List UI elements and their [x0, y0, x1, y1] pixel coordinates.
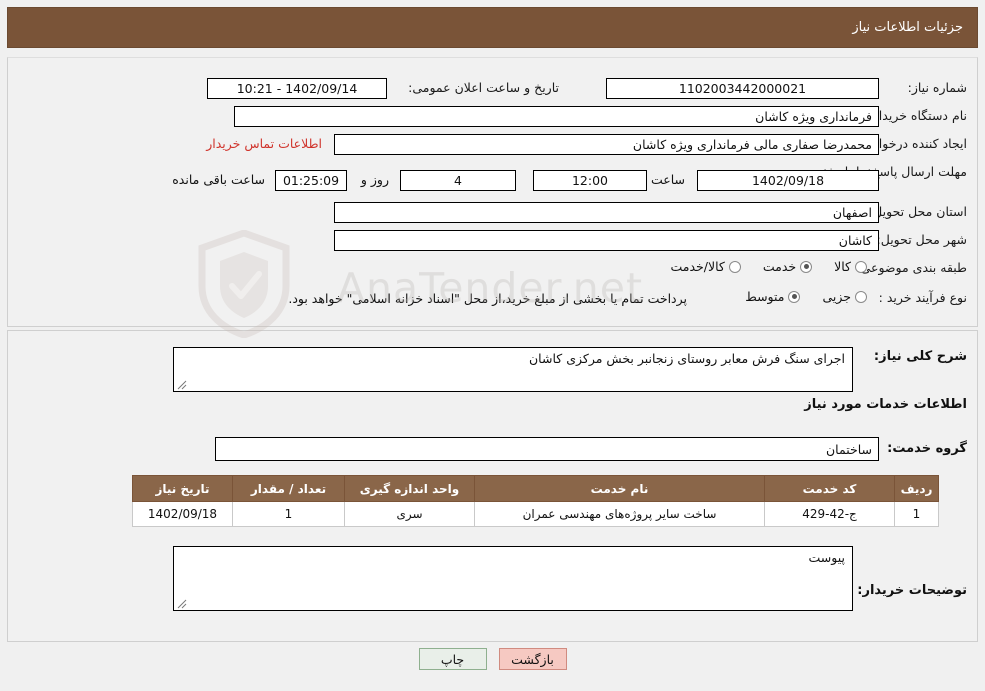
- summary-textarea[interactable]: اجرای سنگ فرش معابر روستای زنجانبر بخش م…: [173, 347, 853, 392]
- cell-code: ج-42-429: [764, 501, 895, 527]
- radio-category-kala-khedmat[interactable]: کالا/خدمت: [670, 259, 741, 274]
- province-label: استان محل تحویل:: [868, 204, 967, 219]
- buyer-notes-label-wrap: توضیحات خریدار:: [857, 583, 967, 598]
- city-value: کاشان: [334, 230, 879, 251]
- radio-circle-icon[interactable]: [728, 260, 741, 273]
- print-button[interactable]: چاپ: [418, 648, 487, 670]
- cell-unit: سری: [344, 501, 475, 527]
- back-button[interactable]: بازگشت: [498, 648, 567, 670]
- remaining-days-value: 4: [400, 170, 516, 191]
- page-title: جزئیات اطلاعات نیاز: [852, 20, 963, 35]
- service-group-label: گروه خدمت:: [887, 441, 967, 456]
- days-label-wrap: روز و: [361, 172, 389, 187]
- process-type-label: نوع فرآیند خرید :: [878, 290, 967, 305]
- hour-label: ساعت: [650, 172, 685, 187]
- radio-circle-selected-icon[interactable]: [800, 260, 813, 273]
- col-name: نام خدمت: [474, 475, 765, 502]
- radio-category-kala[interactable]: کالا: [834, 259, 867, 274]
- resize-grip-icon[interactable]: [177, 599, 187, 609]
- deadline-time-value: 12:00: [533, 170, 647, 191]
- hour-label-wrap: ساعت: [651, 172, 685, 187]
- cell-date: 1402/09/18: [132, 501, 233, 527]
- radio-category-kala-label: کالا: [834, 259, 851, 274]
- buyer-notes-value: پیوست: [808, 550, 845, 565]
- category-label-wrap: طبقه بندی موضوعی:: [856, 260, 967, 275]
- province-label-wrap: استان محل تحویل:: [869, 204, 967, 219]
- services-section-title-wrap: اطلاعات خدمات مورد نیاز: [804, 397, 967, 412]
- services-table-wrap: ردیف کد خدمت نام خدمت واحد اندازه گیری ت…: [132, 475, 939, 527]
- need-number-label: شماره نیاز:: [907, 80, 967, 95]
- service-group-label-wrap: گروه خدمت:: [887, 441, 967, 456]
- province-value: اصفهان: [334, 202, 879, 223]
- radio-category-kala-khedmat-label: کالا/خدمت: [670, 259, 725, 274]
- window-titlebar: جزئیات اطلاعات نیاز: [7, 7, 978, 48]
- footer-buttons: بازگشت چاپ: [0, 648, 985, 670]
- radio-process-motavaset-label: متوسط: [745, 289, 785, 304]
- cell-qty: 1: [232, 501, 345, 527]
- radio-circle-selected-icon[interactable]: [788, 290, 801, 303]
- radio-category-khedmat-label: خدمت: [762, 259, 797, 274]
- buyer-org-label: نام دستگاه خریدار:: [868, 108, 967, 123]
- summary-value: اجرای سنگ فرش معابر روستای زنجانبر بخش م…: [529, 351, 845, 366]
- remaining-hours-label: ساعت باقی مانده: [172, 172, 265, 187]
- need-info-panel: شماره نیاز: 1102003442000021 تاریخ و ساع…: [7, 57, 978, 327]
- deadline-date-value: 1402/09/18: [697, 170, 879, 191]
- table-row: 1 ج-42-429 ساخت سایر پروژه‌های مهندسی عم…: [132, 501, 939, 527]
- contact-link-wrap[interactable]: اطلاعات تماس خریدار: [206, 136, 322, 151]
- col-date: تاریخ نیاز: [132, 475, 233, 502]
- table-header-row: ردیف کد خدمت نام خدمت واحد اندازه گیری ت…: [132, 475, 939, 502]
- process-note-wrap: پرداخت تمام یا بخشی از مبلغ خرید،از محل …: [288, 291, 687, 306]
- buyer-org-value: فرمانداری ویژه کاشان: [234, 106, 879, 127]
- announce-datetime-value: 1402/09/14 - 10:21: [207, 78, 387, 99]
- col-index: ردیف: [894, 475, 939, 502]
- process-radio-group[interactable]: جزیی متوسط: [727, 289, 867, 304]
- radio-category-khedmat[interactable]: خدمت: [762, 259, 813, 274]
- remaining-label-wrap: ساعت باقی مانده: [172, 172, 265, 187]
- requester-value: محمدرضا صفاری مالی فرمانداری ویژه کاشان: [334, 134, 879, 155]
- resize-grip-icon[interactable]: [177, 380, 187, 390]
- announce-datetime-label: تاریخ و ساعت اعلان عمومی:: [408, 80, 559, 95]
- summary-label: شرح کلی نیاز:: [873, 349, 967, 364]
- summary-label-wrap: شرح کلی نیاز:: [874, 349, 967, 364]
- service-group-value: ساختمان: [215, 437, 879, 461]
- cell-name: ساخت سایر پروژه‌های مهندسی عمران: [474, 501, 765, 527]
- details-panel: شرح کلی نیاز: اجرای سنگ فرش معابر روستای…: [7, 330, 978, 642]
- cell-index: 1: [894, 501, 939, 527]
- buyer-notes-label: توضیحات خریدار:: [857, 583, 967, 598]
- city-label: شهر محل تحویل:: [876, 232, 967, 247]
- process-label-wrap: نوع فرآیند خرید :: [879, 290, 967, 305]
- buyer-notes-textarea[interactable]: پیوست: [173, 546, 853, 611]
- radio-process-motavaset[interactable]: متوسط: [745, 289, 801, 304]
- col-qty: تعداد / مقدار: [232, 475, 345, 502]
- services-table: ردیف کد خدمت نام خدمت واحد اندازه گیری ت…: [132, 475, 939, 527]
- countdown-value: 01:25:09: [275, 170, 347, 191]
- days-label: روز و: [360, 172, 389, 187]
- radio-circle-icon[interactable]: [855, 260, 867, 273]
- need-number-value: 1102003442000021: [606, 78, 879, 99]
- announce-datetime-label-wrap: تاریخ و ساعت اعلان عمومی:: [408, 80, 559, 95]
- radio-circle-icon[interactable]: [855, 290, 867, 303]
- process-note: پرداخت تمام یا بخشی از مبلغ خرید،از محل …: [288, 291, 687, 306]
- buyer-org-label-wrap: نام دستگاه خریدار:: [869, 108, 967, 123]
- category-radio-group[interactable]: کالا خدمت کالا/خدمت: [652, 259, 867, 274]
- need-number-label-wrap: شماره نیاز:: [908, 80, 967, 95]
- services-section-title: اطلاعات خدمات مورد نیاز: [804, 397, 967, 412]
- col-unit: واحد اندازه گیری: [344, 475, 475, 502]
- category-label: طبقه بندی موضوعی:: [856, 260, 967, 275]
- col-code: کد خدمت: [764, 475, 895, 502]
- radio-process-jozi-label: جزیی: [822, 289, 851, 304]
- radio-process-jozi[interactable]: جزیی: [822, 289, 867, 304]
- city-label-wrap: شهر محل تحویل:: [877, 232, 967, 247]
- buyer-contact-link[interactable]: اطلاعات تماس خریدار: [206, 136, 322, 151]
- page-root: جزئیات اطلاعات نیاز شماره نیاز: 11020034…: [0, 0, 985, 691]
